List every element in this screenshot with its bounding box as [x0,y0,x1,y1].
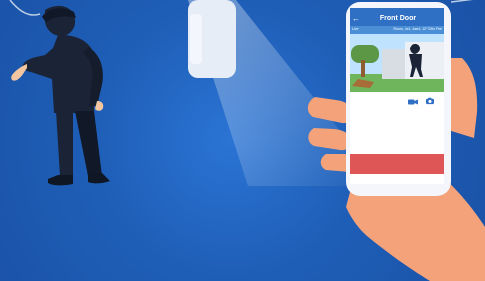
video-camera-icon[interactable] [408,98,418,106]
status-left: Live [352,27,359,32]
phone-content-space [350,112,444,154]
finger-2 [308,128,351,151]
status-bar-text: Live Room, 4x1, 4ae4, 12° BHz Fire [350,26,444,34]
photo-camera-icon[interactable] [425,97,435,105]
status-right: Room, 4x1, 4ae4, 12° BHz Fire [393,27,442,32]
phone-illustration [307,2,485,281]
house-wall [382,49,406,79]
tree-trunk [361,60,365,77]
security-scene: ← Front Door Live Room, 4x1, 4ae4, 12° B… [0,0,485,281]
phone-bottom-space [350,174,444,184]
alert-bar [350,154,444,174]
phone-title: Front Door [379,14,417,22]
